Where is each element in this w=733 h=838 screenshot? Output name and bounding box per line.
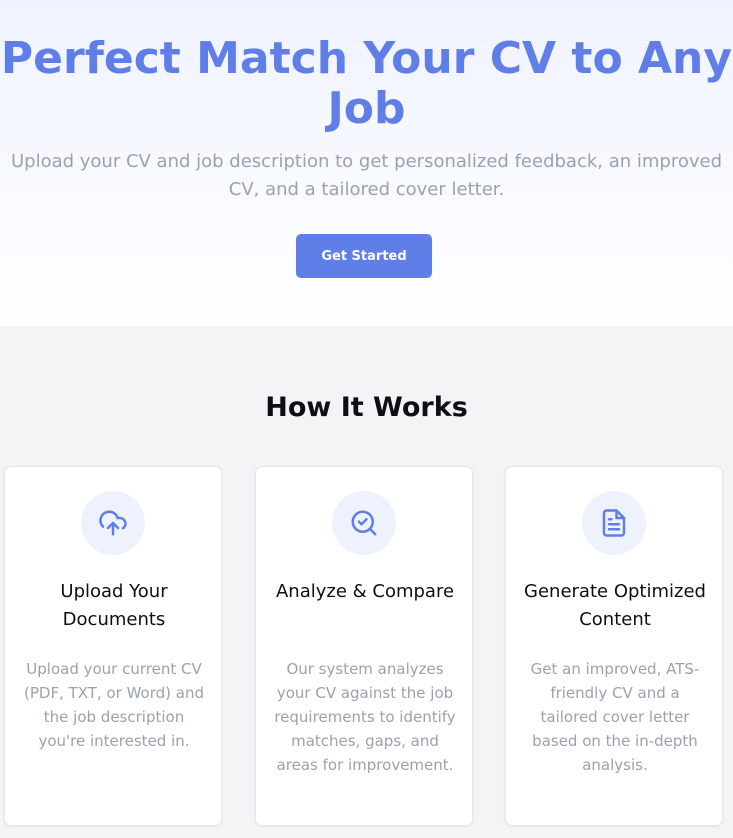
step-card-generate: Generate Optimized Content Get an improv… xyxy=(505,466,723,826)
step-title: Upload Your Documents xyxy=(60,581,168,630)
step-card-upload: Upload Your Documents Upload your curren… xyxy=(4,466,222,826)
document-icon xyxy=(582,491,646,555)
search-check-icon xyxy=(332,491,396,555)
step-description: Upload your current CV (PDF, TXT, or Wor… xyxy=(24,660,204,750)
step-description: Our system analyzes your CV against the … xyxy=(274,660,456,774)
hero-subtitle: Upload your CV and job description to ge… xyxy=(10,151,723,200)
hero-section: Perfect Match Your CV to Any Job Upload … xyxy=(0,0,733,326)
step-card-analyze: Analyze & Compare Our system analyzes yo… xyxy=(255,466,473,826)
get-started-button[interactable]: Get Started xyxy=(296,234,432,278)
cloud-upload-icon xyxy=(81,491,145,555)
step-title: Generate Optimized Content xyxy=(524,581,706,630)
step-description: Get an improved, ATS-friendly CV and a t… xyxy=(530,660,700,774)
step-title: Analyze & Compare xyxy=(275,581,455,602)
how-it-works-title: How It Works xyxy=(265,392,468,423)
hero-title: Perfect Match Your CV to Any Job xyxy=(0,33,733,134)
